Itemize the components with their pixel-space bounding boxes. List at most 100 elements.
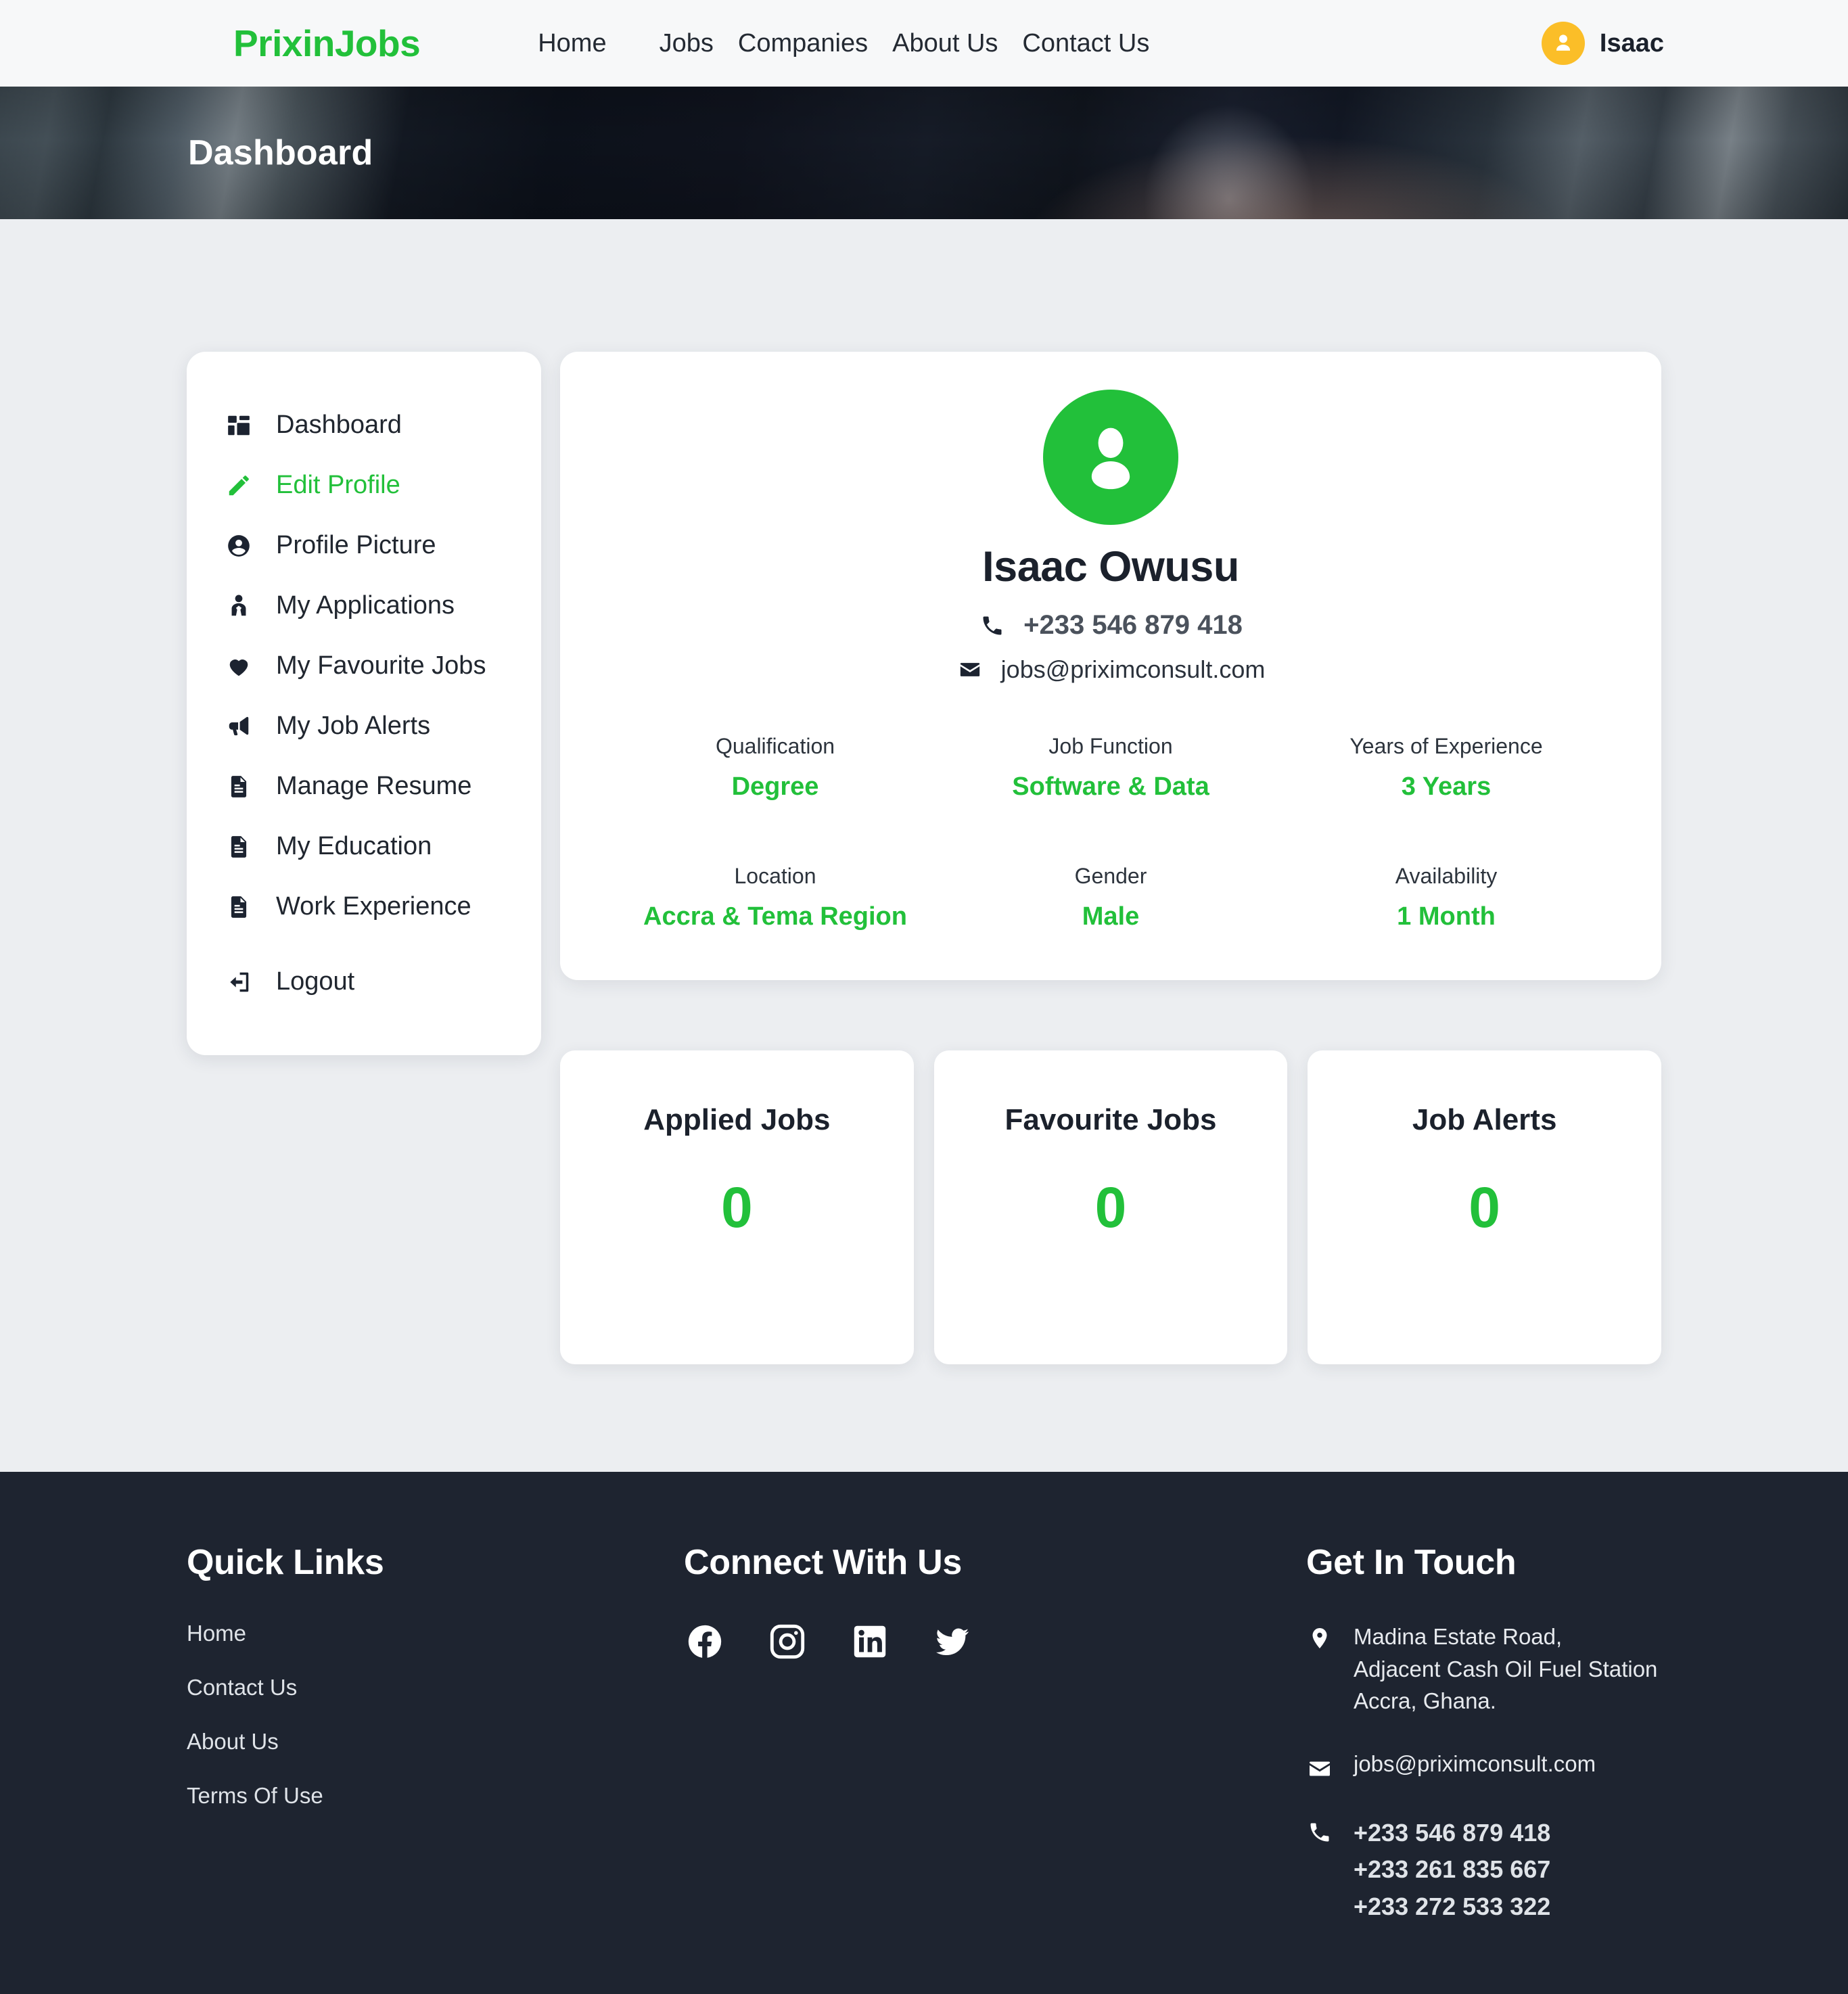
pencil-icon <box>225 471 253 500</box>
stat-title: Applied Jobs <box>643 1103 831 1136</box>
sidebar-item-logout[interactable]: Logout <box>187 952 541 1012</box>
field-label: Years of Experience <box>1349 734 1543 758</box>
footer-link-terms-of-use[interactable]: Terms Of Use <box>187 1783 684 1809</box>
field-label: Location <box>734 864 816 888</box>
footer-quick-links-title: Quick Links <box>187 1543 384 1582</box>
brand-logo[interactable]: PrixinJobs <box>233 22 421 65</box>
nav-item-contact-us[interactable]: Contact Us <box>1010 29 1161 58</box>
field-label: Job Function <box>1048 734 1173 758</box>
grid-icon <box>225 411 253 440</box>
top-navigation-bar: PrixinJobs Home Jobs Companies About Us … <box>0 0 1848 87</box>
user-name-label: Isaac <box>1599 28 1664 57</box>
field-value: 1 Month <box>1397 902 1496 931</box>
field-value: Software & Data <box>1012 772 1209 801</box>
footer-link-about-us[interactable]: About Us <box>187 1729 684 1755</box>
profile-name: Isaac Owusu <box>982 543 1239 590</box>
sidebar-item-label: My Favourite Jobs <box>276 651 486 680</box>
megaphone-icon <box>225 712 253 741</box>
twitter-icon[interactable] <box>931 1621 973 1663</box>
sidebar-item-my-job-alerts[interactable]: My Job Alerts <box>187 696 541 756</box>
profile-field-location: Location Accra & Tema Region <box>607 864 943 931</box>
heart-icon <box>225 652 253 680</box>
right-column: Isaac Owusu +233 546 879 418 jobs@prixim… <box>560 352 1661 1364</box>
sidebar-item-label: Work Experience <box>276 892 471 921</box>
dashboard-page: PrixinJobs Home Jobs Companies About Us … <box>0 0 1848 1994</box>
sidebar-item-label: My Applications <box>276 591 455 620</box>
facebook-icon[interactable] <box>684 1621 726 1663</box>
avatar <box>1541 22 1585 65</box>
sidebar-item-label: My Job Alerts <box>276 712 431 740</box>
stat-value: 0 <box>1094 1176 1127 1239</box>
field-label: Gender <box>1074 864 1147 888</box>
main-nav: Home Jobs Companies About Us Contact Us <box>526 29 1161 58</box>
sidebar-item-label: Logout <box>276 967 355 996</box>
address-line-3: Accra, Ghana. <box>1354 1688 1496 1714</box>
stat-card-job-alerts[interactable]: Job Alerts 0 <box>1308 1050 1661 1364</box>
footer-get-in-touch-title: Get In Touch <box>1306 1543 1517 1582</box>
field-value: 3 Years <box>1401 772 1492 801</box>
instagram-icon[interactable] <box>766 1621 808 1663</box>
social-links <box>684 1621 1306 1663</box>
nav-item-companies[interactable]: Companies <box>726 29 880 58</box>
footer-link-home[interactable]: Home <box>187 1621 684 1646</box>
profile-avatar[interactable] <box>1043 390 1178 525</box>
stat-card-applied-jobs[interactable]: Applied Jobs 0 <box>560 1050 914 1364</box>
main-content: Dashboard Edit Profile Profile Picture M… <box>0 219 1848 1472</box>
footer-phone-3[interactable]: +233 272 533 322 <box>1354 1888 1550 1926</box>
sidebar-item-label: My Education <box>276 832 432 860</box>
stat-card-favourite-jobs[interactable]: Favourite Jobs 0 <box>933 1050 1288 1364</box>
user-menu[interactable]: Isaac <box>1541 22 1664 65</box>
nav-item-jobs[interactable]: Jobs <box>647 29 726 58</box>
footer-phones: +233 546 879 418 +233 261 835 667 +233 2… <box>1354 1815 1550 1926</box>
profile-email-row: jobs@priximconsult.com <box>607 655 1614 684</box>
address-line-2: Adjacent Cash Oil Fuel Station <box>1354 1656 1658 1682</box>
user-circle-icon <box>225 532 253 560</box>
profile-fields-grid: Qualification Degree Job Function Softwa… <box>607 734 1614 931</box>
field-label: Qualification <box>715 734 835 758</box>
stat-value: 0 <box>720 1176 753 1239</box>
envelope-icon <box>956 656 984 683</box>
footer-email-block: jobs@priximconsult.com <box>1306 1751 1661 1781</box>
sidebar-item-label: Profile Picture <box>276 531 436 559</box>
sidebar-item-label: Manage Resume <box>276 772 472 800</box>
profile-phone: +233 546 879 418 <box>1023 610 1243 640</box>
linkedin-icon[interactable] <box>849 1621 891 1663</box>
sidebar-item-my-favourite-jobs[interactable]: My Favourite Jobs <box>187 636 541 696</box>
document-icon <box>225 833 253 861</box>
sidebar-item-label: Dashboard <box>276 411 402 439</box>
sidebar-item-profile-picture[interactable]: Profile Picture <box>187 515 541 576</box>
user-icon <box>1091 427 1130 490</box>
footer-phone-1[interactable]: +233 546 879 418 <box>1354 1815 1550 1852</box>
sidebar-item-my-applications[interactable]: My Applications <box>187 576 541 636</box>
sidebar-item-manage-resume[interactable]: Manage Resume <box>187 756 541 816</box>
field-value: Accra & Tema Region <box>643 902 907 931</box>
footer-phone-block: +233 546 879 418 +233 261 835 667 +233 2… <box>1306 1815 1661 1926</box>
profile-field-gender: Gender Male <box>943 864 1278 931</box>
footer-columns: Quick Links Home Contact Us About Us Ter… <box>187 1542 1661 1994</box>
logout-icon <box>225 968 253 996</box>
sidebar-item-edit-profile[interactable]: Edit Profile <box>187 455 541 515</box>
address-line-1: Madina Estate Road, <box>1354 1624 1563 1649</box>
nav-item-about-us[interactable]: About Us <box>880 29 1010 58</box>
footer-phone-2[interactable]: +233 261 835 667 <box>1354 1851 1550 1888</box>
stat-value: 0 <box>1469 1176 1501 1239</box>
field-label: Availability <box>1395 864 1498 888</box>
profile-field-years-of-experience: Years of Experience 3 Years <box>1278 734 1614 802</box>
footer-email[interactable]: jobs@priximconsult.com <box>1354 1751 1596 1777</box>
stat-title: Job Alerts <box>1412 1103 1557 1136</box>
field-value: Male <box>1082 902 1140 931</box>
sidebar-item-work-experience[interactable]: Work Experience <box>187 877 541 937</box>
sidebar-item-my-education[interactable]: My Education <box>187 816 541 877</box>
footer-connect-title: Connect With Us <box>684 1543 963 1582</box>
footer-link-contact-us[interactable]: Contact Us <box>187 1675 684 1700</box>
document-icon <box>225 893 253 921</box>
user-tie-icon <box>225 592 253 620</box>
nav-item-home[interactable]: Home <box>526 29 618 58</box>
profile-field-availability: Availability 1 Month <box>1278 864 1614 931</box>
profile-summary-card: Isaac Owusu +233 546 879 418 jobs@prixim… <box>560 352 1661 980</box>
page-title: Dashboard <box>188 133 373 172</box>
profile-field-qualification: Qualification Degree <box>607 734 943 802</box>
sidebar-item-dashboard[interactable]: Dashboard <box>187 395 541 455</box>
phone-icon <box>1306 1815 1333 1845</box>
